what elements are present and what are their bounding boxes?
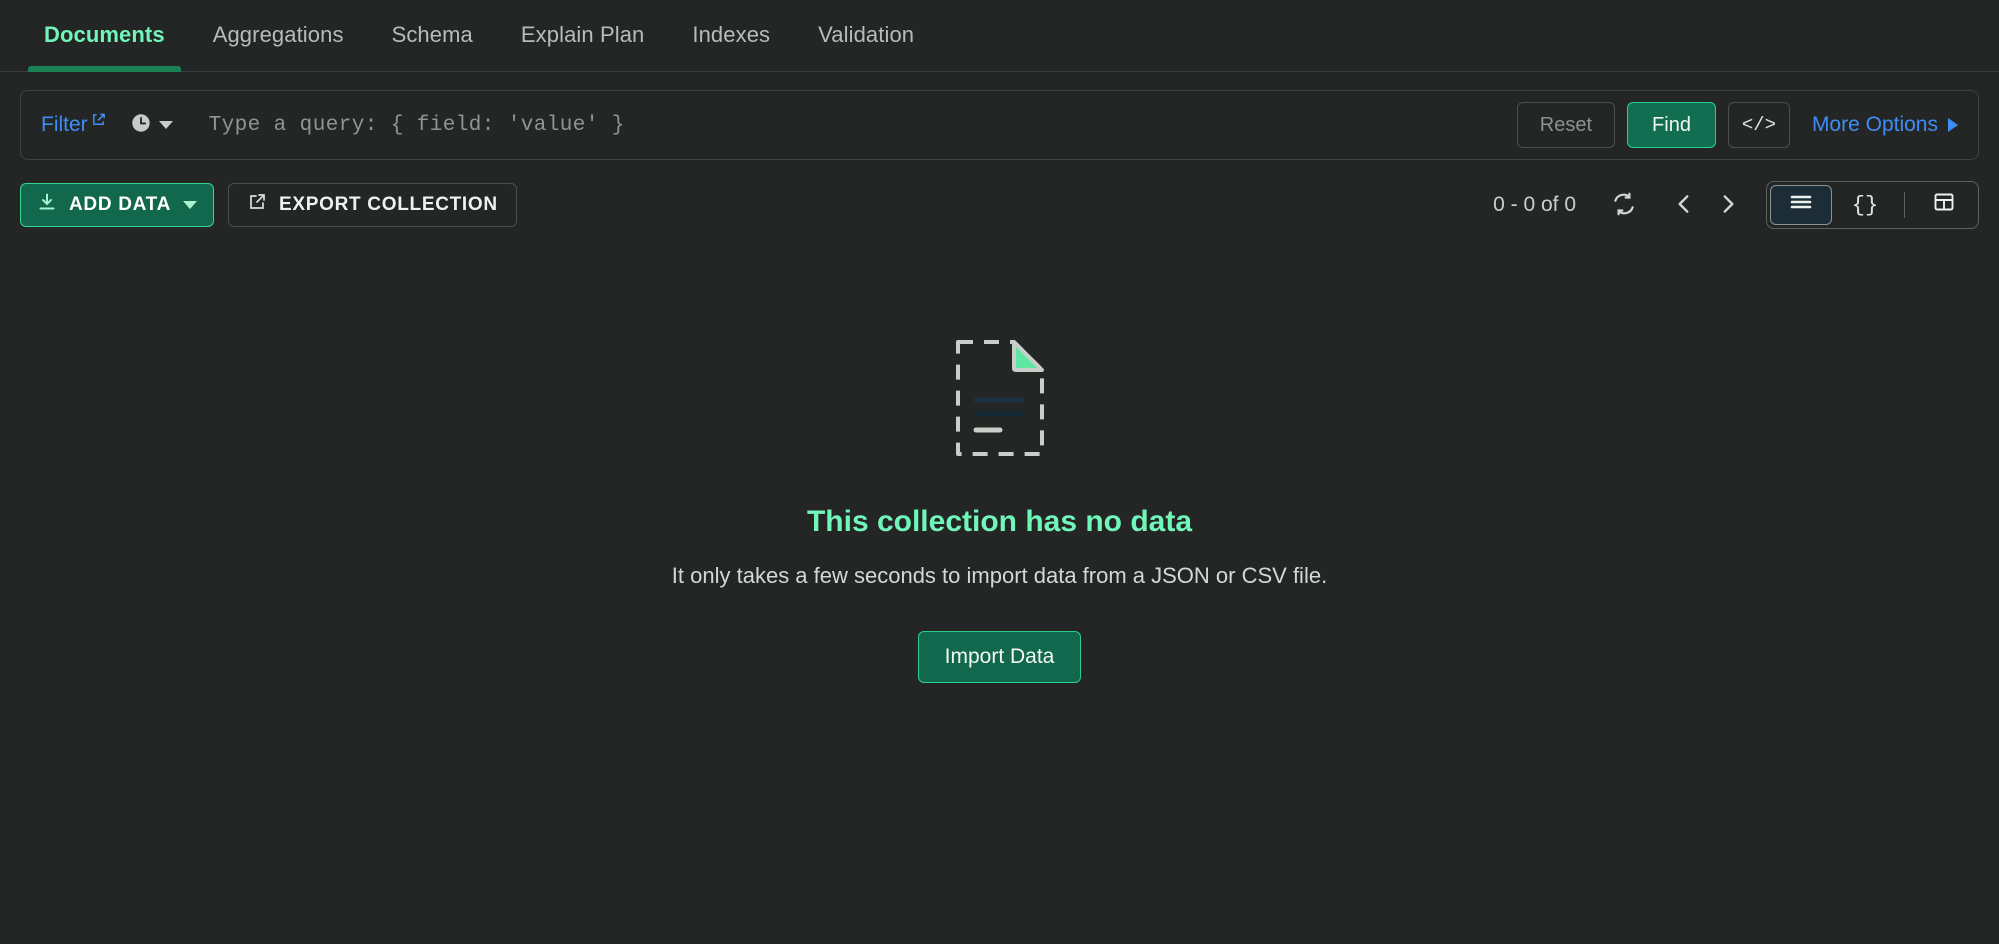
- view-type-toggle: {}: [1766, 181, 1979, 229]
- table-view-button[interactable]: [1913, 185, 1975, 225]
- more-options-button[interactable]: More Options: [1812, 113, 1964, 137]
- export-to-language-button[interactable]: </>: [1727, 102, 1790, 148]
- next-page-button[interactable]: [1706, 183, 1750, 227]
- add-data-button[interactable]: ADD DATA: [20, 183, 214, 227]
- empty-state-description: It only takes a few seconds to import da…: [671, 563, 1328, 588]
- chevron-right-icon: [1715, 191, 1741, 220]
- tab-aggregations[interactable]: Aggregations: [189, 0, 368, 72]
- table-icon: [1932, 190, 1956, 221]
- filter-label-link[interactable]: Filter: [41, 113, 106, 137]
- list-icon: [1789, 192, 1813, 219]
- query-bar: Filter Reset Find </> More Options: [20, 90, 1979, 160]
- chevron-down-icon: [183, 201, 197, 209]
- export-icon: [247, 192, 267, 218]
- tab-indexes[interactable]: Indexes: [668, 0, 794, 72]
- previous-page-button[interactable]: [1662, 183, 1706, 227]
- find-button[interactable]: Find: [1627, 102, 1716, 148]
- json-view-button[interactable]: {}: [1834, 185, 1896, 225]
- tab-explain-plan[interactable]: Explain Plan: [497, 0, 669, 72]
- download-icon: [37, 192, 57, 218]
- empty-state-title: This collection has no data: [806, 505, 1193, 538]
- tab-documents[interactable]: Documents: [20, 0, 189, 72]
- chevron-down-icon: [158, 121, 173, 129]
- import-data-button[interactable]: Import Data: [917, 630, 1082, 683]
- export-collection-label: EXPORT COLLECTION: [279, 194, 498, 215]
- reset-button[interactable]: Reset: [1516, 102, 1616, 148]
- empty-document-icon: [954, 338, 1046, 463]
- clock-icon: [130, 112, 152, 139]
- export-collection-button[interactable]: EXPORT COLLECTION: [228, 183, 517, 227]
- tab-validation[interactable]: Validation: [794, 0, 938, 72]
- filter-label-text: Filter: [41, 113, 88, 136]
- chevron-right-icon: [1948, 118, 1958, 132]
- document-count: 0 - 0 of 0: [1493, 193, 1576, 216]
- list-view-button[interactable]: [1770, 185, 1832, 225]
- add-data-label: ADD DATA: [69, 194, 171, 215]
- more-options-label: More Options: [1811, 113, 1938, 136]
- view-toggle-separator: [1904, 192, 1905, 218]
- query-history-button[interactable]: [130, 112, 173, 139]
- refresh-icon: [1611, 191, 1637, 220]
- collection-toolbar: ADD DATA EXPORT COLLECTION 0 - 0 of 0 {}: [20, 181, 1979, 229]
- collection-tab-bar: Documents Aggregations Schema Explain Pl…: [0, 0, 1999, 72]
- chevron-left-icon: [1671, 191, 1697, 220]
- empty-state: This collection has no data It only take…: [0, 338, 1999, 683]
- external-link-icon: [91, 109, 106, 133]
- tab-schema[interactable]: Schema: [368, 0, 497, 72]
- toolbar-right-group: 0 - 0 of 0 {}: [1493, 181, 1979, 229]
- refresh-button[interactable]: [1602, 183, 1646, 227]
- query-input[interactable]: [208, 113, 1517, 137]
